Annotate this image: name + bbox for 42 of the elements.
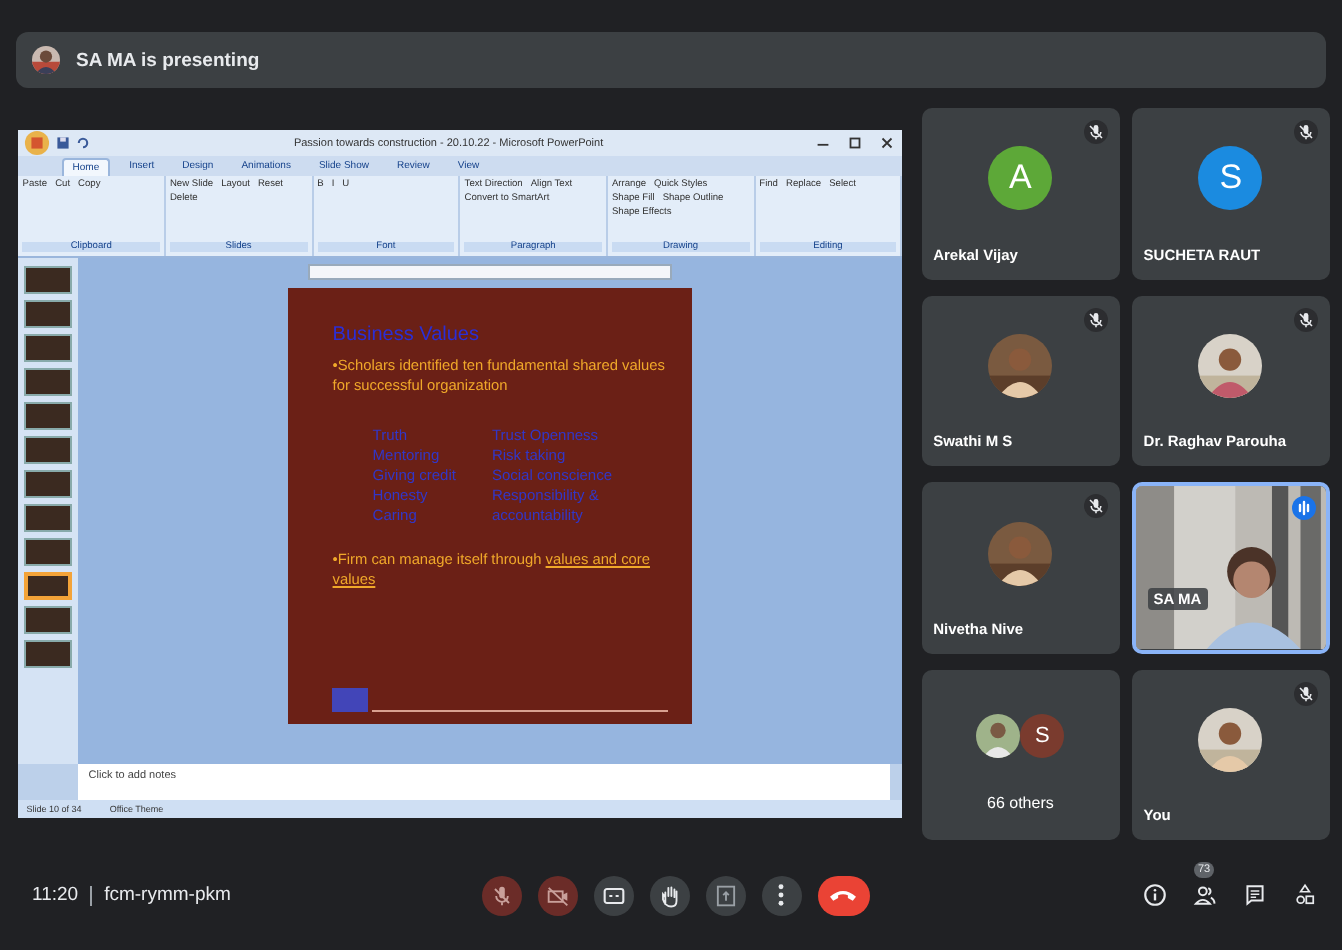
slide-thumbnail[interactable] (24, 606, 73, 634)
microphone-button[interactable] (481, 875, 521, 915)
slide-title: Business Values (332, 324, 481, 346)
raise-hand-button[interactable] (649, 875, 689, 915)
speaking-indicator-icon (1292, 496, 1316, 520)
presenting-text: SA MA is presenting (76, 49, 260, 71)
participant-name: 66 others (985, 794, 1056, 812)
office-button-icon[interactable] (24, 130, 51, 156)
save-icon[interactable] (56, 136, 71, 150)
avatar: A (988, 145, 1053, 210)
present-screen-icon (711, 881, 739, 909)
slide-thumbnail[interactable] (24, 402, 73, 430)
slide-thumbnail[interactable] (24, 368, 73, 396)
phone-hangup-icon (830, 888, 856, 902)
camera-off-icon (543, 881, 571, 909)
avatar: S (1198, 145, 1263, 210)
slide-thumbnail[interactable] (24, 334, 73, 362)
slide-thumbnail[interactable] (24, 470, 73, 498)
chat-icon[interactable] (1242, 882, 1268, 908)
activities-icon[interactable] (1292, 882, 1318, 908)
present-button[interactable] (705, 875, 745, 915)
camera-button[interactable] (537, 875, 577, 915)
more-options-button[interactable] (761, 875, 801, 915)
slide-thumbnail[interactable] (24, 572, 73, 600)
slide-thumbnail[interactable] (24, 266, 73, 294)
meeting-code: fcm-rymm-pkm (104, 884, 231, 906)
avatar: S (1020, 714, 1065, 759)
slide-logo-block (332, 688, 369, 712)
slide-thumbnail[interactable] (24, 504, 73, 532)
slide-thumbnail[interactable] (24, 436, 73, 464)
undo-icon[interactable] (76, 136, 91, 150)
people-icon[interactable] (1192, 882, 1218, 908)
end-call-button[interactable] (817, 875, 869, 915)
maximize-icon[interactable] (846, 134, 865, 152)
slide-thumbnail[interactable] (24, 640, 73, 668)
captions-button[interactable] (593, 875, 633, 915)
close-icon[interactable] (878, 134, 897, 152)
slide-thumbnail[interactable] (24, 538, 73, 566)
meeting-time: 11:20 (32, 884, 79, 906)
slide-thumbnail[interactable] (24, 300, 73, 328)
info-icon[interactable] (1142, 882, 1168, 908)
more-vertical-icon (778, 884, 784, 906)
